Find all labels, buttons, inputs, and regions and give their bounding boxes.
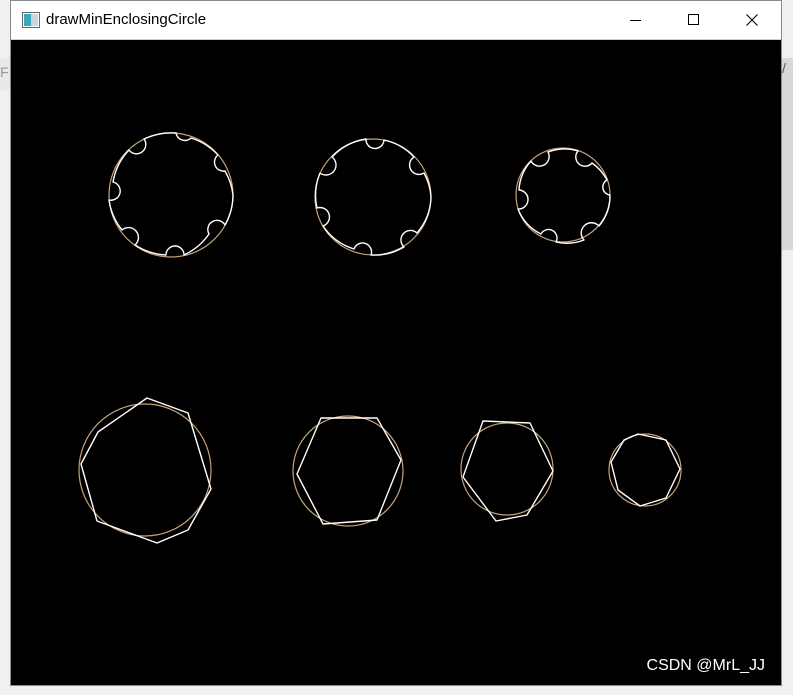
image-canvas <box>11 40 781 685</box>
background-window-fragment: F <box>0 64 9 80</box>
canvas-drawing <box>11 40 781 685</box>
app-window: drawMinEnclosingCircle CSDN @MrL_JJ <box>10 0 782 686</box>
background-window-edge <box>782 58 793 250</box>
close-button[interactable] <box>723 1 781 39</box>
minimize-icon <box>630 20 641 21</box>
maximize-button[interactable] <box>665 1 723 39</box>
maximize-icon <box>688 14 699 25</box>
minimize-button[interactable] <box>607 1 665 39</box>
background-window-fragment-right: / <box>782 60 786 76</box>
app-window-icon <box>22 12 40 28</box>
title-bar[interactable]: drawMinEnclosingCircle <box>11 1 781 40</box>
window-title: drawMinEnclosingCircle <box>46 11 207 28</box>
close-icon <box>746 14 758 26</box>
canvas-background <box>11 40 781 685</box>
watermark: CSDN @MrL_JJ <box>646 657 765 674</box>
